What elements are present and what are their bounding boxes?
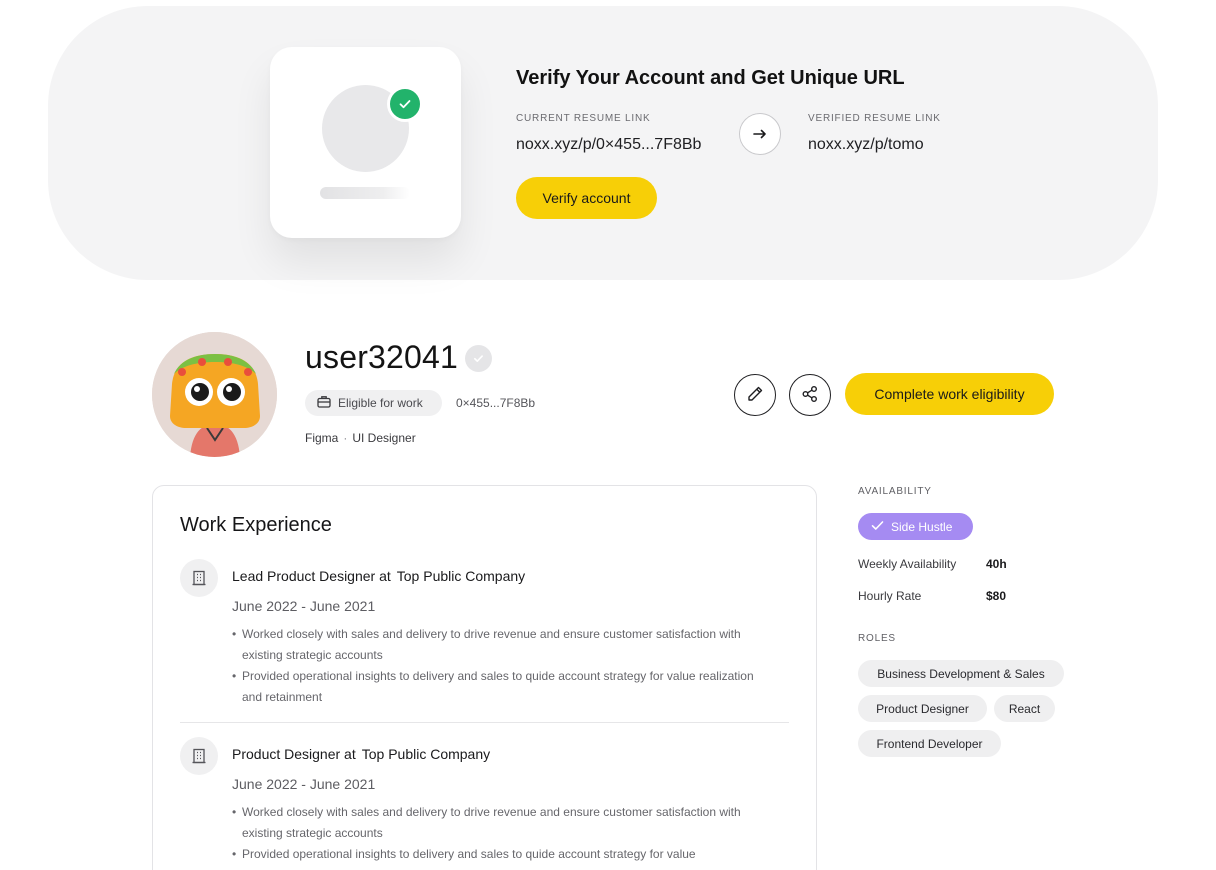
verified-link-value: noxx.xyz/p/tomo bbox=[808, 136, 924, 153]
job-heading: Lead Product Designer at Top Public Compa… bbox=[232, 568, 525, 584]
availability-badge: Side Hustle bbox=[858, 513, 973, 540]
job-bullet: Provided operational insights to deliver… bbox=[232, 666, 772, 708]
hourly-rate-value: $80 bbox=[986, 589, 1007, 603]
weekly-availability-value: 40h bbox=[986, 557, 1007, 571]
wallet-address: 0×455...7F8Bb bbox=[456, 396, 536, 410]
job-dates: June 2022 - June 2021 bbox=[232, 598, 376, 614]
job-bullets: Worked closely with sales and delivery t… bbox=[232, 624, 772, 708]
roles-label: ROLES bbox=[858, 633, 896, 644]
pencil-icon bbox=[746, 385, 764, 406]
job-heading: Product Designer at Top Public Company bbox=[232, 746, 490, 762]
check-icon bbox=[871, 520, 884, 534]
eligible-for-work-badge: Eligible for work bbox=[305, 390, 442, 416]
briefcase-icon bbox=[317, 395, 331, 411]
profile-meta: Figma · UI Designer bbox=[305, 431, 416, 445]
job-bullets: Worked closely with sales and delivery t… bbox=[232, 802, 772, 865]
availability-badge-label: Side Hustle bbox=[891, 519, 953, 534]
complete-work-eligibility-button[interactable]: Complete work eligibility bbox=[845, 373, 1054, 415]
share-icon bbox=[801, 385, 819, 406]
separator: · bbox=[343, 431, 348, 445]
profile-skill: Figma bbox=[305, 431, 339, 445]
page-title: user32041 bbox=[305, 339, 459, 375]
job-position: Lead Product Designer at bbox=[232, 568, 391, 584]
job-bullet: Worked closely with sales and delivery t… bbox=[232, 624, 772, 666]
job-bullet: Provided operational insights to deliver… bbox=[232, 844, 772, 865]
check-icon bbox=[387, 86, 423, 122]
current-link-label: CURRENT RESUME LINK bbox=[516, 113, 651, 124]
job-bullet: Worked closely with sales and delivery t… bbox=[232, 802, 772, 844]
role-chip: Business Development & Sales bbox=[858, 660, 1064, 687]
job-company: Top Public Company bbox=[396, 568, 526, 584]
share-button[interactable] bbox=[789, 374, 831, 416]
hourly-rate-label: Hourly Rate bbox=[858, 589, 922, 603]
job-position: Product Designer at bbox=[232, 746, 356, 762]
role-chip: React bbox=[994, 695, 1055, 722]
verified-check-icon bbox=[465, 345, 492, 372]
verify-account-button[interactable]: Verify account bbox=[516, 177, 657, 219]
job-dates: June 2022 - June 2021 bbox=[232, 776, 376, 792]
weekly-availability-label: Weekly Availability bbox=[858, 557, 957, 571]
avatar bbox=[152, 332, 277, 457]
profile-role: UI Designer bbox=[352, 431, 416, 445]
edit-button[interactable] bbox=[734, 374, 776, 416]
building-icon bbox=[180, 559, 218, 597]
role-chip: Frontend Developer bbox=[858, 730, 1001, 757]
verified-link-label: VERIFIED RESUME LINK bbox=[808, 113, 941, 124]
work-experience-title: Work Experience bbox=[180, 514, 332, 536]
arrow-right-icon bbox=[739, 113, 781, 155]
banner-title: Verify Your Account and Get Unique URL bbox=[516, 67, 905, 89]
eligible-label: Eligible for work bbox=[338, 396, 423, 410]
job-company: Top Public Company bbox=[361, 746, 491, 762]
divider bbox=[180, 722, 789, 723]
preview-name-placeholder bbox=[320, 187, 410, 199]
role-chip: Product Designer bbox=[858, 695, 987, 722]
work-experience-card: Work Experience Lead Product Designer at… bbox=[152, 485, 817, 870]
current-link-value: noxx.xyz/p/0×455...7F8Bb bbox=[516, 136, 702, 153]
availability-label: AVAILABILITY bbox=[858, 486, 932, 497]
verified-profile-preview bbox=[270, 47, 461, 238]
building-icon bbox=[180, 737, 218, 775]
